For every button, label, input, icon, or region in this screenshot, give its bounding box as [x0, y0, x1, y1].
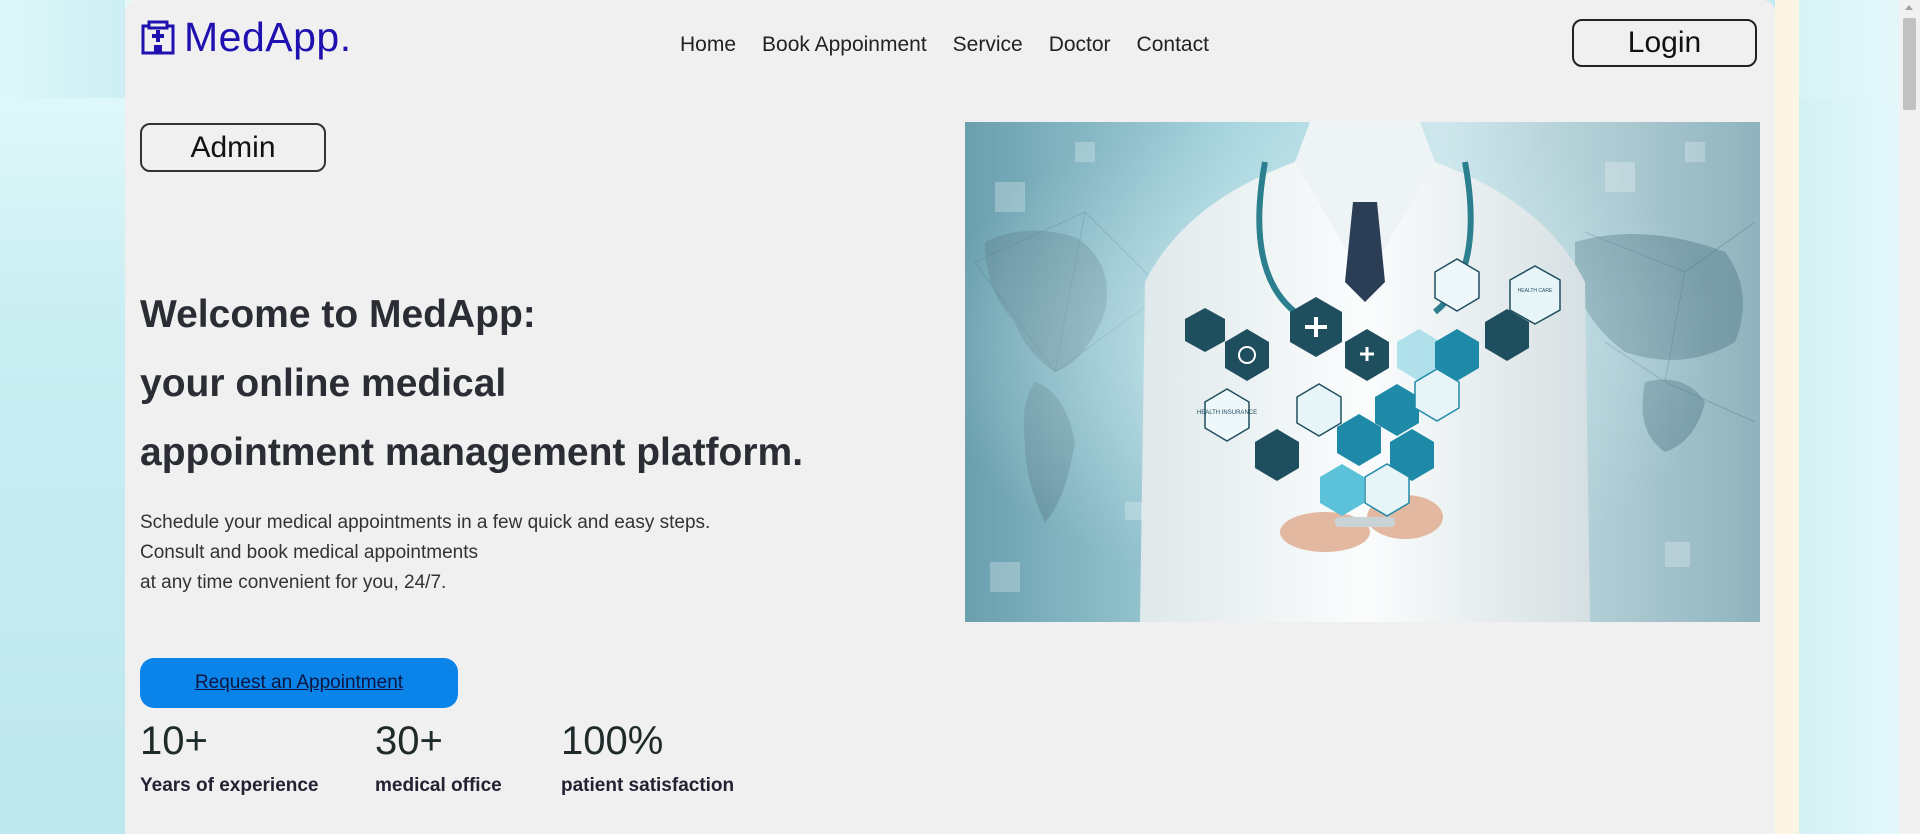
vertical-scrollbar[interactable] [1899, 0, 1920, 834]
stat-item: 10+ Years of experience [140, 715, 319, 797]
side-strip [1775, 0, 1799, 834]
hero-title-line: Welcome to MedApp: [140, 293, 536, 336]
scroll-up-arrow-icon[interactable] [1905, 5, 1913, 10]
nav-book-appointment[interactable]: Book Appoinment [762, 30, 927, 60]
page-background-left [0, 0, 125, 834]
stat-label: Years of experience [140, 775, 319, 796]
header-band-left [0, 0, 125, 98]
nav-home[interactable]: Home [680, 30, 736, 60]
hero-title: Welcome to MedApp: your online medical a… [140, 280, 803, 487]
stat-value: 30+ [375, 719, 443, 763]
hero-description: Schedule your medical appointments in a … [140, 508, 710, 598]
stat-value: 100% [561, 719, 664, 763]
admin-button[interactable]: Admin [140, 123, 326, 172]
stat-item: 30+ medical office [375, 715, 502, 797]
login-button[interactable]: Login [1572, 19, 1757, 67]
stat-label: patient satisfaction [561, 775, 735, 796]
scrollbar-thumb[interactable] [1903, 18, 1916, 110]
nav-doctor[interactable]: Doctor [1049, 30, 1111, 60]
request-appointment-button[interactable]: Request an Appointment [140, 658, 458, 708]
hero-description-line: at any time convenient for you, 24/7. [140, 572, 447, 593]
main-nav: Home Book Appoinment Service Doctor Cont… [680, 30, 1235, 60]
brand-name: MedApp. [184, 14, 352, 60]
stat-label: medical office [375, 775, 502, 796]
hero-title-line: appointment management platform. [140, 431, 804, 474]
nav-service[interactable]: Service [953, 30, 1023, 60]
brand-logo[interactable]: MedApp. [140, 14, 352, 61]
stat-item: 100% patient satisfaction [561, 715, 734, 797]
hero-title-line: your online medical [140, 362, 507, 405]
hero-description-line: Consult and book medical appointments [140, 542, 478, 563]
doctor-hero-image: HEALTH INSURANCE HEALTH CARE [965, 122, 1760, 622]
health-insurance-text: HEALTH INSURANCE [1197, 410, 1257, 416]
stat-value: 10+ [140, 719, 208, 763]
health-care-text: HEALTH CARE [1518, 288, 1553, 294]
nav-contact[interactable]: Contact [1137, 30, 1209, 60]
hospital-icon [141, 20, 175, 54]
main-container: MedApp. Home Book Appoinment Service Doc… [125, 0, 1775, 834]
hero-description-line: Schedule your medical appointments in a … [140, 512, 711, 533]
